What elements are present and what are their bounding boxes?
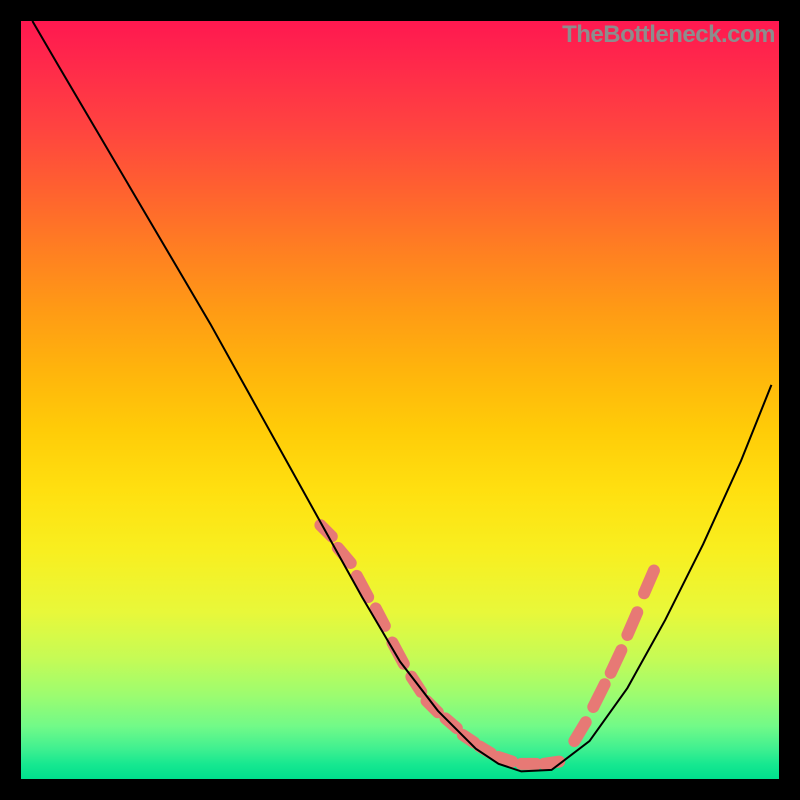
highlight-segment xyxy=(357,576,368,597)
highlight-segment xyxy=(574,722,585,741)
highlight-segment xyxy=(593,684,604,707)
watermark-text: TheBottleneck.com xyxy=(562,21,775,49)
highlight-segment xyxy=(499,757,513,762)
highlight-segment xyxy=(611,650,622,673)
chart-container: TheBottleneck.com xyxy=(0,0,800,800)
highlight-segment xyxy=(544,762,559,764)
chart-overlay xyxy=(21,21,779,779)
highlight-segments-group xyxy=(320,525,654,764)
plot-area: TheBottleneck.com xyxy=(21,21,779,779)
highlight-segment xyxy=(644,571,654,594)
highlight-segment xyxy=(627,612,637,635)
